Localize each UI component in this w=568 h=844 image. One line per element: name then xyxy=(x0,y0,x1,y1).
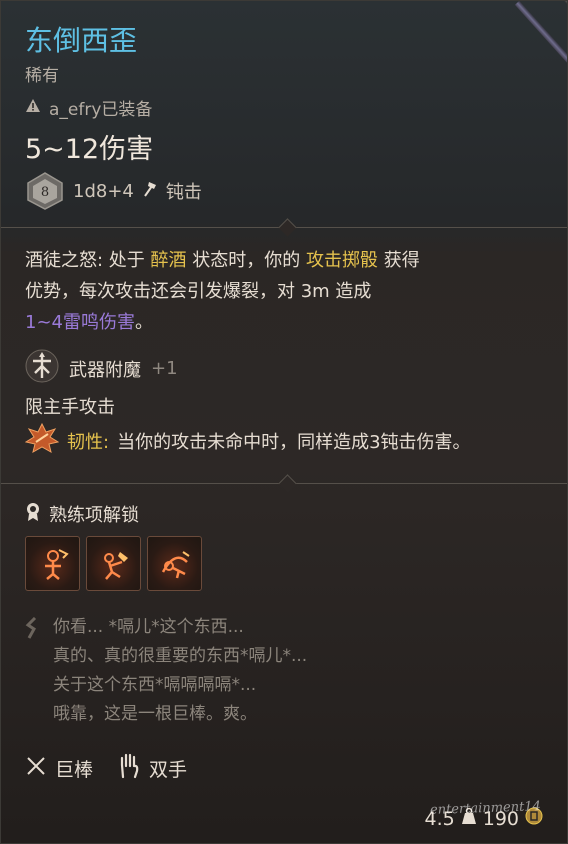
damage-type: 钝击 xyxy=(165,182,202,203)
passive-line-2: 优势，每次攻击还会引发爆裂，对 3m 造成 xyxy=(25,281,372,302)
quote-icon xyxy=(25,616,39,729)
toughness-icon xyxy=(24,422,60,458)
toughness-text: 当你的攻击未命中时，同样造成3钝击伤害。 xyxy=(117,431,471,453)
enchantment-icon xyxy=(25,349,59,388)
crossed-swords-icon xyxy=(25,755,47,782)
d8-dice-icon: 8 xyxy=(25,171,65,211)
flavor-line: 关于这个东西*嗝嗝嗝嗝*... xyxy=(53,675,257,695)
proficiency-header: 熟练项解锁 xyxy=(25,501,139,527)
mainhand-restriction: 限主手攻击 xyxy=(25,397,115,418)
weapon-type-label: 巨棒 xyxy=(55,759,94,781)
dice-face-value: 8 xyxy=(41,185,49,200)
proficiency-unlocks xyxy=(25,536,202,591)
handedness-tag[interactable]: 双手 xyxy=(117,753,187,784)
passive-end: 。 xyxy=(135,312,153,333)
topple-skill-icon[interactable] xyxy=(147,536,202,591)
equipped-by-text: a_efry已装备 xyxy=(49,100,153,120)
item-rarity: 稀有 xyxy=(25,66,59,86)
damage-dice-row: 8 1d8+4 钝击 xyxy=(25,171,202,211)
thunder-damage-link[interactable]: 1~4雷鸣伤害 xyxy=(25,312,135,333)
damage-range: 5~12伤害 xyxy=(25,134,154,165)
hand-icon xyxy=(117,753,141,784)
warning-icon xyxy=(25,98,41,118)
weapon-type-tag[interactable]: 巨棒 xyxy=(25,755,93,782)
concussive-smash-skill-icon[interactable] xyxy=(86,536,141,591)
divider-notch xyxy=(278,218,297,237)
flavor-line: 哦靠，这是一根巨棒。爽。 xyxy=(53,704,257,724)
flavor-lines: 你看... *嗝儿*这个东西... 真的、真的很重要的东西*嗝儿*... 关于这… xyxy=(53,613,307,729)
flavor-text-block: 你看... *嗝儿*这个东西... 真的、真的很重要的东西*嗝儿*... 关于这… xyxy=(25,613,307,729)
enchantment-label: 武器附魔 xyxy=(69,359,141,381)
weapon-art-glow xyxy=(514,1,567,132)
toughness-label[interactable]: 韧性: xyxy=(67,428,109,454)
flavor-line: 真的、真的很重要的东西*嗝儿*... xyxy=(53,646,308,666)
passive-description: 酒徒之怒: 处于 醉酒 状态时，你的 攻击掷骰 获得 优势，每次攻击还会引发爆裂… xyxy=(25,245,545,338)
divider-notch-2 xyxy=(278,474,297,493)
enchantment-bonus: +1 xyxy=(151,358,178,379)
weapon-tags: 巨棒 双手 xyxy=(25,753,201,784)
passive-mid-text: 状态时，你的 xyxy=(186,250,306,271)
flavor-line: 你看... *嗝儿*这个东西... xyxy=(53,617,244,637)
item-tooltip: 东倒西歪 稀有 a_efry已装备 5~12伤害 8 1d8+4 钝击 酒徒之怒… xyxy=(0,0,568,844)
passive-prefix: 酒徒之怒: 处于 xyxy=(25,250,151,271)
attack-roll-link[interactable]: 攻击掷骰 xyxy=(306,250,378,271)
cleave-skill-icon[interactable] xyxy=(25,536,80,591)
equipped-status: a_efry已装备 xyxy=(25,95,152,120)
hammer-icon xyxy=(142,180,158,203)
handedness-label: 双手 xyxy=(149,759,188,781)
medal-icon xyxy=(25,502,41,527)
passive-mid-text-2: 获得 xyxy=(377,250,420,271)
item-name: 东倒西歪 xyxy=(25,24,138,57)
dice-formula: 1d8+4 xyxy=(73,180,134,202)
weapon-enchantment: 武器附魔 +1 xyxy=(25,349,178,388)
drunk-condition-link[interactable]: 醉酒 xyxy=(151,250,187,271)
proficiency-label: 熟练项解锁 xyxy=(49,505,139,526)
toughness-property: 韧性: 当你的攻击未命中时，同样造成3钝击伤害。 xyxy=(24,422,471,458)
